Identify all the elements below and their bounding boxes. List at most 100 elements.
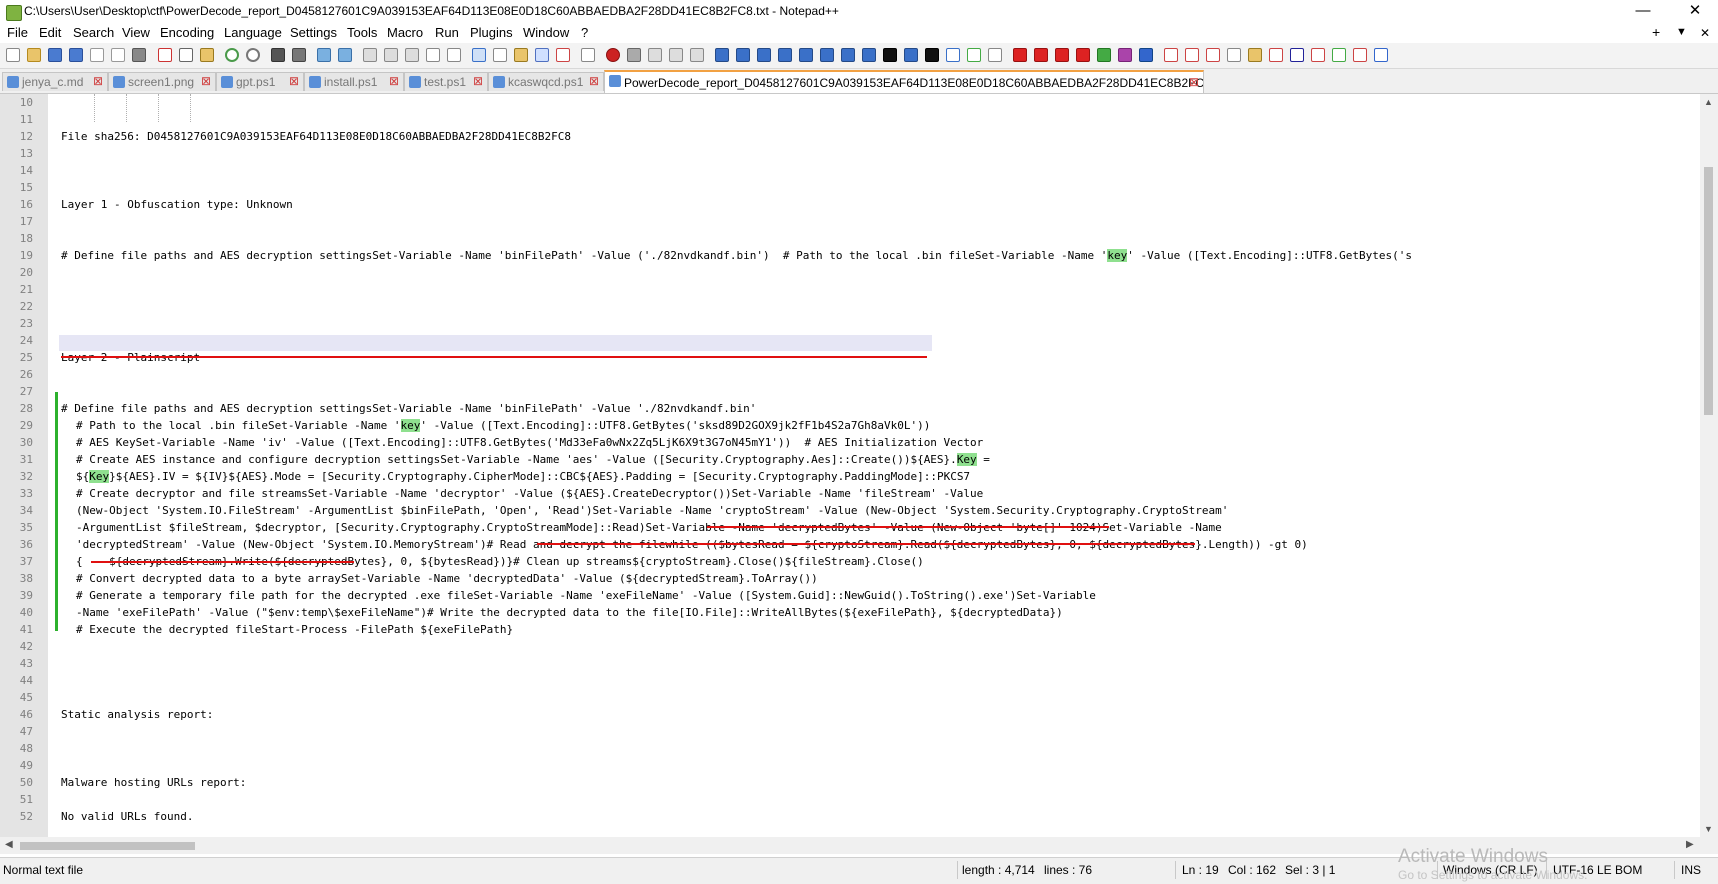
plugin-13-icon[interactable] — [967, 48, 981, 62]
menu-file[interactable]: File — [7, 25, 28, 40]
menu-view[interactable]: View — [122, 25, 150, 40]
save-all-icon[interactable] — [69, 48, 83, 62]
tab-kcaswqcd-ps1[interactable]: kcaswqcd.ps1 ⊠ — [488, 72, 604, 91]
menu-window[interactable]: Window — [523, 25, 569, 40]
editor-line[interactable]: 49 — [0, 757, 1700, 774]
editor-line[interactable]: 21 — [0, 281, 1700, 298]
plugin-8-icon[interactable] — [862, 48, 876, 62]
record-macro-icon[interactable] — [606, 48, 620, 62]
plugin-19-icon[interactable] — [1185, 48, 1199, 62]
plugin-5-icon[interactable] — [799, 48, 813, 62]
vertical-scroll-thumb[interactable] — [1704, 167, 1713, 415]
copy-icon[interactable] — [179, 48, 193, 62]
plugin-23-icon[interactable] — [1269, 48, 1283, 62]
replace-icon[interactable] — [292, 48, 306, 62]
editor-line[interactable]: 47 — [0, 723, 1700, 740]
menu-run[interactable]: Run — [435, 25, 459, 40]
plugin-16-icon[interactable] — [1118, 48, 1132, 62]
nav-last-icon[interactable] — [1076, 48, 1090, 62]
plugin-22-icon[interactable] — [1248, 48, 1262, 62]
new-file-icon[interactable] — [6, 48, 20, 62]
editor-line[interactable]: 16 Layer 1 - Obfuscation type: Unknown — [0, 196, 1700, 213]
redo-icon[interactable] — [246, 48, 260, 62]
function-list-icon[interactable] — [514, 48, 528, 62]
editor-line[interactable]: 24 — [0, 332, 1700, 349]
plugin-1-icon[interactable] — [715, 48, 729, 62]
tab-close-icon[interactable]: ⊠ — [93, 74, 103, 88]
maximize-button[interactable] — [1622, 0, 1666, 23]
view-icon[interactable] — [581, 48, 595, 62]
editor-line[interactable]: 28 # Define file paths and AES decryption… — [0, 400, 1700, 417]
run-macro-multiple-icon[interactable] — [669, 48, 683, 62]
plugin-9-icon[interactable] — [883, 48, 897, 62]
editor-line[interactable]: 27 — [0, 383, 1700, 400]
editor-line[interactable]: 13 — [0, 145, 1700, 162]
editor-line[interactable]: 45 — [0, 689, 1700, 706]
stop-macro-icon[interactable] — [627, 48, 641, 62]
tab-screen1-png[interactable]: screen1.png ⊠ — [108, 72, 216, 91]
find-icon[interactable] — [271, 48, 285, 62]
tab-test-ps1[interactable]: test.ps1 ⊠ — [404, 72, 488, 91]
editor-line[interactable]: 26 — [0, 366, 1700, 383]
play-macro-icon[interactable] — [648, 48, 662, 62]
plugin-12-icon[interactable] — [946, 48, 960, 62]
plugin-2-icon[interactable] — [736, 48, 750, 62]
sync-vertical-icon[interactable] — [363, 48, 377, 62]
menu-edit[interactable]: Edit — [39, 25, 61, 40]
show-all-chars-icon[interactable] — [426, 48, 440, 62]
editor-line[interactable]: 40 -Name 'exeFilePath' -Value ("$env:temp… — [0, 604, 1700, 621]
scroll-down-icon[interactable]: ▼ — [1704, 824, 1713, 834]
monitoring-icon[interactable] — [556, 48, 570, 62]
editor-line[interactable]: 44 — [0, 672, 1700, 689]
editor-line[interactable]: 29 # Path to the local .bin fileSet-Varia… — [0, 417, 1700, 434]
editor-line[interactable]: 15 — [0, 179, 1700, 196]
plugin-7-icon[interactable] — [841, 48, 855, 62]
close-file-icon[interactable] — [90, 48, 104, 62]
doc-map-icon[interactable] — [493, 48, 507, 62]
editor-line[interactable]: 38 # Convert decrypted data to a byte arr… — [0, 570, 1700, 587]
editor-line[interactable]: 31 # Create AES instance and configure de… — [0, 451, 1700, 468]
tab-close-icon[interactable]: ⊠ — [589, 74, 599, 88]
editor-line[interactable]: 17 — [0, 213, 1700, 230]
editor-line[interactable]: 39 # Generate a temporary file path for t… — [0, 587, 1700, 604]
editor-line[interactable]: 46 Static analysis report: — [0, 706, 1700, 723]
scroll-up-icon[interactable]: ▲ — [1704, 97, 1713, 107]
plugin-6-icon[interactable] — [820, 48, 834, 62]
nav-first-icon[interactable] — [1013, 48, 1027, 62]
editor-line[interactable]: 43 — [0, 655, 1700, 672]
plugin-15-icon[interactable] — [1097, 48, 1111, 62]
plugin-18-icon[interactable] — [1164, 48, 1178, 62]
menu-language[interactable]: Language — [224, 25, 282, 40]
plugin-3-icon[interactable] — [757, 48, 771, 62]
close-all-icon[interactable] — [111, 48, 125, 62]
plugin-28-icon[interactable] — [1374, 48, 1388, 62]
editor-line[interactable]: 12 File sha256: D0458127601C9A039153EAF64… — [0, 128, 1700, 145]
scroll-left-icon[interactable]: ◀ — [5, 839, 13, 850]
plugin-14-icon[interactable] — [988, 48, 1002, 62]
editor-line[interactable]: 10 — [0, 94, 1700, 111]
editor-line[interactable]: 42 — [0, 638, 1700, 655]
cut-icon[interactable] — [158, 48, 172, 62]
zoom-in-icon[interactable] — [317, 48, 331, 62]
plugin-27-icon[interactable] — [1353, 48, 1367, 62]
editor-line[interactable]: 23 — [0, 315, 1700, 332]
plugin-10-icon[interactable] — [904, 48, 918, 62]
plugin-4-icon[interactable] — [778, 48, 792, 62]
menu-encoding[interactable]: Encoding — [160, 25, 214, 40]
editor-line[interactable]: 50 Malware hosting URLs report: — [0, 774, 1700, 791]
zoom-out-icon[interactable] — [338, 48, 352, 62]
tab-gpt-ps1[interactable]: gpt.ps1 ⊠ — [216, 72, 304, 91]
text-editor[interactable]: 10 11 12 File sha256: D0458127601C9A039153E… — [0, 94, 1718, 837]
save-macro-icon[interactable] — [690, 48, 704, 62]
word-wrap-icon[interactable] — [405, 48, 419, 62]
plugin-11-icon[interactable] — [925, 48, 939, 62]
plugin-21-icon[interactable] — [1227, 48, 1241, 62]
folder-workspace-icon[interactable] — [535, 48, 549, 62]
vertical-scrollbar[interactable]: ▲ ▼ — [1700, 94, 1718, 837]
editor-line[interactable]: 51 — [0, 791, 1700, 808]
editor-line[interactable]: 11 — [0, 111, 1700, 128]
close-button[interactable]: ✕ — [1672, 0, 1718, 23]
editor-line[interactable]: 14 — [0, 162, 1700, 179]
print-icon[interactable] — [132, 48, 146, 62]
editor-line[interactable]: 33 # Create decryptor and file streamsSet… — [0, 485, 1700, 502]
